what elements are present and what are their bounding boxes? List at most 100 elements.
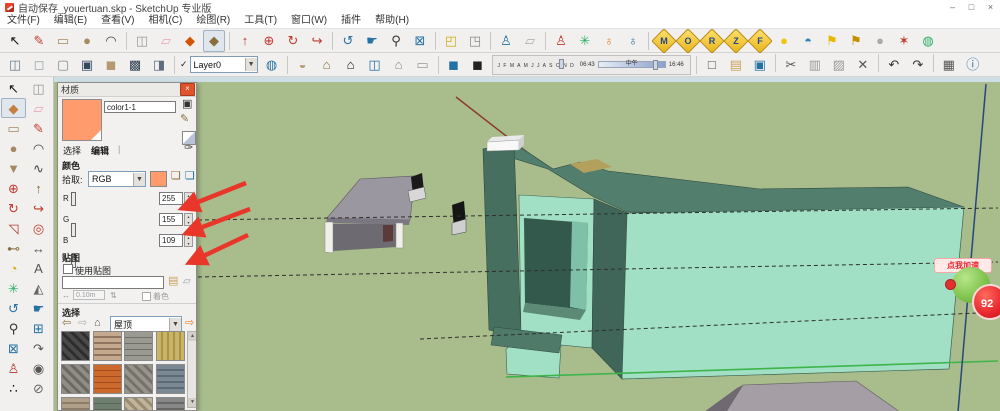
home-icon[interactable]: ⌂: [94, 316, 101, 330]
paste-icon[interactable]: ▨: [828, 54, 850, 76]
delete-icon[interactable]: ✕: [852, 54, 874, 76]
menu-item[interactable]: 编辑(E): [47, 14, 94, 28]
follow-me-tool-icon[interactable]: ↪: [306, 30, 328, 52]
menu-item[interactable]: 绘图(R): [189, 14, 237, 28]
rotate-tool-icon[interactable]: ↻: [1, 198, 26, 218]
scroll-up-icon[interactable]: ▲: [188, 332, 197, 341]
g-slider[interactable]: [72, 223, 74, 235]
detail-arrow-icon[interactable]: ⇨: [185, 316, 194, 330]
texture-row3-2[interactable]: [93, 397, 122, 411]
b-value-field[interactable]: 109: [159, 234, 183, 247]
texture-size-field[interactable]: 0.10m: [73, 290, 105, 300]
value-spinner[interactable]: ▴▾: [184, 234, 193, 247]
menu-item[interactable]: 帮助(H): [368, 14, 416, 28]
layer-dropdown[interactable]: Layer0 ▼: [190, 56, 258, 73]
new-file-icon[interactable]: □: [701, 54, 723, 76]
zoom-extents-tool-icon[interactable]: ⊠: [1, 338, 26, 358]
previous-view-icon[interactable]: ◰: [440, 30, 462, 52]
time-slider-knob[interactable]: [653, 60, 658, 70]
paint-bucket-tool-icon[interactable]: ◆: [1, 98, 26, 118]
menu-item[interactable]: 相机(C): [141, 14, 189, 28]
slider-thumb[interactable]: [71, 223, 76, 237]
select-tool-icon[interactable]: ↖: [1, 78, 26, 98]
follow-me-tool-icon[interactable]: ↪: [26, 198, 51, 218]
scroll-down-icon[interactable]: ▼: [188, 398, 197, 407]
texture-scrollbar[interactable]: ▲ ▼: [187, 331, 197, 408]
paint-figure-tool-icon[interactable]: ◆: [179, 30, 201, 52]
make-component-tool-icon[interactable]: ◫: [131, 30, 153, 52]
r-slider[interactable]: [72, 192, 74, 204]
zoom-tool-icon[interactable]: ⚲: [1, 318, 26, 338]
push-pull-tool-icon[interactable]: ↑: [26, 178, 51, 198]
style-hidden-line-icon[interactable]: ▣: [76, 54, 98, 76]
google-earth-icon[interactable]: ♁: [598, 30, 620, 52]
view-right-icon[interactable]: ◫: [364, 54, 386, 76]
display-in-model-icon[interactable]: ▣: [182, 98, 192, 110]
view-left-icon[interactable]: ▭: [412, 54, 434, 76]
value-spinner[interactable]: ▴▾: [184, 192, 193, 205]
texture-tile-orange[interactable]: [93, 364, 122, 394]
eraser-tool-icon[interactable]: ▱: [26, 98, 51, 118]
rectangle-tool-icon[interactable]: ▭: [1, 118, 26, 138]
paint-bucket-tool-icon[interactable]: ◆: [203, 30, 225, 52]
line-tool-icon[interactable]: ✎: [28, 30, 50, 52]
style-textured-icon[interactable]: ▩: [124, 54, 146, 76]
style-wireframe-icon[interactable]: ▢: [52, 54, 74, 76]
texture-gravel-gray[interactable]: [124, 364, 153, 394]
zoom-window-tool-icon[interactable]: ⊞: [26, 318, 51, 338]
section-plane-tool-icon[interactable]: ⊘: [26, 378, 51, 398]
flag-small-tool-icon[interactable]: ⚑: [845, 30, 867, 52]
value-spinner[interactable]: ▴▾: [184, 213, 193, 226]
tab-edit[interactable]: 编辑: [91, 144, 109, 157]
back-arrow-icon[interactable]: ⇦: [62, 316, 71, 330]
date-slider-knob[interactable]: [559, 59, 564, 69]
menu-item[interactable]: 文件(F): [0, 14, 47, 28]
pan-tool-icon[interactable]: ☛: [26, 298, 51, 318]
texture-brick-tan[interactable]: [93, 331, 122, 361]
freehand-tool-icon[interactable]: ∿: [26, 158, 51, 178]
zoom-extents-tool-icon[interactable]: ⊠: [409, 30, 431, 52]
dimension-tool-icon[interactable]: ↔: [26, 238, 51, 258]
cut-icon[interactable]: ✂: [780, 54, 802, 76]
sphere-tool-icon[interactable]: ●: [869, 30, 891, 52]
save-file-icon[interactable]: ▣: [749, 54, 771, 76]
style-monochrome-icon[interactable]: ◨: [148, 54, 170, 76]
previous-view-tool-icon[interactable]: ↷: [26, 338, 51, 358]
texture-shingles-dark[interactable]: [61, 331, 90, 361]
view-front-icon[interactable]: ⌂: [340, 54, 362, 76]
texture-straw-yellow[interactable]: [156, 331, 185, 361]
component-person-icon[interactable]: ♙: [495, 30, 517, 52]
sample-paint-eyedropper-icon[interactable]: ✑: [184, 142, 193, 154]
line-tool-icon[interactable]: ✎: [26, 118, 51, 138]
axes-tool-icon[interactable]: ✳: [574, 30, 596, 52]
circle-tool-icon[interactable]: ●: [1, 138, 26, 158]
swirl-tool-icon[interactable]: ◍: [917, 30, 939, 52]
box-up-tool-icon[interactable]: ◓: [797, 30, 819, 52]
colorize-checkbox[interactable]: [142, 292, 151, 301]
orbit-tool-icon[interactable]: ↺: [1, 298, 26, 318]
scale-tool-icon[interactable]: ◹: [1, 218, 26, 238]
copy-icon[interactable]: ▥: [804, 54, 826, 76]
text-tool-icon[interactable]: A: [26, 258, 51, 278]
model-info-icon[interactable]: ⓘ: [962, 54, 984, 76]
view-back-icon[interactable]: ⌂: [388, 54, 410, 76]
axes-tool-icon[interactable]: ✳: [1, 278, 26, 298]
print-icon[interactable]: ▦: [938, 54, 960, 76]
create-material-icon[interactable]: ✎: [180, 113, 189, 125]
badge-z-icon[interactable]: Z: [723, 28, 748, 53]
person-red-icon[interactable]: ♙: [550, 30, 572, 52]
shadow-dialog-icon[interactable]: ◼: [443, 54, 465, 76]
color-picker-dropdown[interactable]: RGB ▼: [88, 171, 146, 187]
shadow-toggle-icon[interactable]: ◼: [467, 54, 489, 76]
style-xray-icon[interactable]: ◫: [4, 54, 26, 76]
arc-tool-icon[interactable]: ◠: [26, 138, 51, 158]
pan-tool-icon[interactable]: ☛: [361, 30, 383, 52]
layer-manager-icon[interactable]: ◍: [261, 54, 283, 76]
walk-tool-icon[interactable]: ∴: [1, 378, 26, 398]
use-texture-checkbox[interactable]: [63, 264, 73, 274]
position-camera-tool-icon[interactable]: ♙: [1, 358, 26, 378]
look-around-tool-icon[interactable]: ◉: [26, 358, 51, 378]
circle-tool-icon[interactable]: ●: [76, 30, 98, 52]
edit-texture-icon[interactable]: ▱: [183, 276, 191, 288]
maximize-button[interactable]: □: [962, 0, 981, 14]
